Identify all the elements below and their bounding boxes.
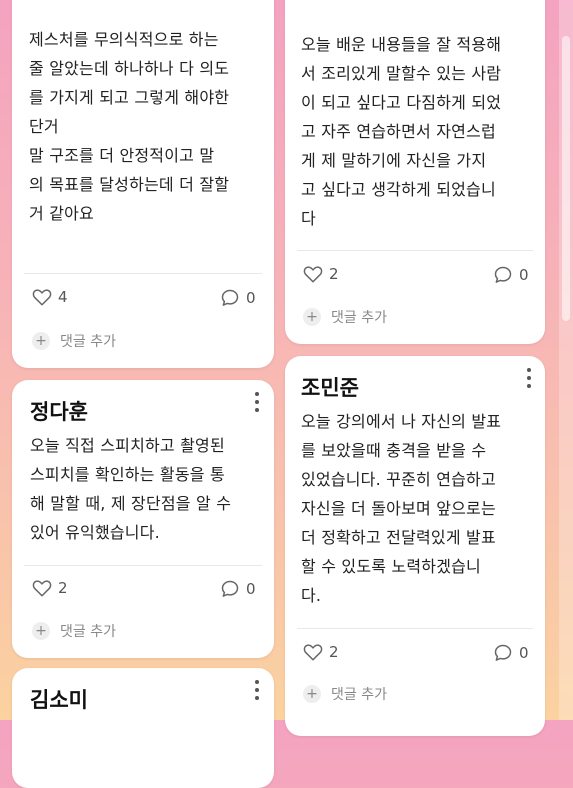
plus-icon: + bbox=[32, 332, 50, 350]
heart-outline-icon bbox=[32, 580, 52, 597]
add-comment-button[interactable]: + 댓글 추가 bbox=[303, 684, 387, 704]
post-card[interactable]: 오늘 배운 내용들을 잘 적용해 서 조리있게 말할수 있는 사람 이 되고 싶… bbox=[285, 0, 545, 344]
speech-bubble-icon bbox=[494, 266, 512, 283]
post-author: 정다훈 bbox=[30, 400, 88, 424]
scrollbar-track[interactable] bbox=[559, 0, 573, 720]
comment-button[interactable]: 0 bbox=[493, 643, 529, 663]
post-author: 조민준 bbox=[301, 376, 359, 400]
like-button[interactable]: 2 bbox=[303, 265, 339, 283]
divider bbox=[297, 628, 533, 629]
vertical-dots-icon[interactable] bbox=[526, 368, 532, 388]
like-count: 4 bbox=[58, 288, 68, 306]
post-text: 제스처를 무의식적으로 하는 줄 알았는데 하나하나 다 의도 를 가지게 되고… bbox=[29, 30, 230, 223]
post-card[interactable]: 조민준 오늘 강의에서 나 자신의 발표 를 보았을때 충격을 받을 수 있었습… bbox=[285, 356, 545, 736]
heart-outline-icon bbox=[303, 644, 323, 661]
comment-button[interactable]: 0 bbox=[220, 579, 256, 599]
like-button[interactable]: 2 bbox=[32, 579, 68, 597]
comment-button[interactable]: 0 bbox=[493, 265, 529, 285]
add-comment-label: 댓글 추가 bbox=[331, 310, 387, 326]
post-card[interactable]: 김소미 bbox=[12, 668, 274, 788]
heart-outline-icon bbox=[32, 289, 52, 306]
speech-bubble-icon bbox=[494, 644, 512, 661]
add-comment-label: 댓글 추가 bbox=[60, 334, 116, 350]
add-comment-button[interactable]: + 댓글 추가 bbox=[303, 307, 387, 327]
like-button[interactable]: 2 bbox=[303, 643, 339, 661]
comment-button[interactable]: 0 bbox=[220, 288, 256, 308]
like-count: 2 bbox=[329, 265, 339, 283]
plus-icon: + bbox=[303, 308, 321, 326]
post-card[interactable]: 정다훈 오늘 직접 스피치하고 촬영된 스피치를 확인하는 활동을 통 해 말할… bbox=[12, 380, 274, 658]
post-author: 김소미 bbox=[30, 688, 88, 712]
comment-count: 0 bbox=[246, 580, 256, 598]
post-text: 오늘 강의에서 나 자신의 발표 를 보았을때 충격을 받을 수 있었습니다. … bbox=[301, 412, 502, 605]
divider bbox=[24, 565, 262, 566]
add-comment-label: 댓글 추가 bbox=[60, 624, 116, 640]
comment-count: 0 bbox=[246, 289, 256, 307]
post-text: 오늘 배운 내용들을 잘 적용해 서 조리있게 말할수 있는 사람 이 되고 싶… bbox=[301, 35, 502, 228]
speech-bubble-icon bbox=[221, 580, 239, 597]
vertical-dots-icon[interactable] bbox=[254, 680, 260, 700]
like-button[interactable]: 4 bbox=[32, 288, 68, 306]
divider bbox=[24, 273, 262, 274]
like-count: 2 bbox=[58, 579, 68, 597]
speech-bubble-icon bbox=[221, 289, 239, 306]
plus-icon: + bbox=[32, 622, 50, 640]
vertical-dots-icon[interactable] bbox=[254, 392, 260, 412]
comment-count: 0 bbox=[519, 644, 529, 662]
add-comment-label: 댓글 추가 bbox=[331, 687, 387, 703]
add-comment-button[interactable]: + 댓글 추가 bbox=[32, 621, 116, 641]
add-comment-button[interactable]: + 댓글 추가 bbox=[32, 331, 116, 351]
divider bbox=[297, 250, 533, 251]
scrollbar-thumb[interactable] bbox=[562, 36, 570, 321]
plus-icon: + bbox=[303, 685, 321, 703]
like-count: 2 bbox=[329, 643, 339, 661]
post-card[interactable]: 제스처를 무의식적으로 하는 줄 알았는데 하나하나 다 의도 를 가지게 되고… bbox=[12, 0, 274, 368]
comment-count: 0 bbox=[519, 266, 529, 284]
post-text: 오늘 직접 스피치하고 촬영된 스피치를 확인하는 활동을 통 해 말할 때, … bbox=[30, 436, 232, 542]
heart-outline-icon bbox=[303, 266, 323, 283]
